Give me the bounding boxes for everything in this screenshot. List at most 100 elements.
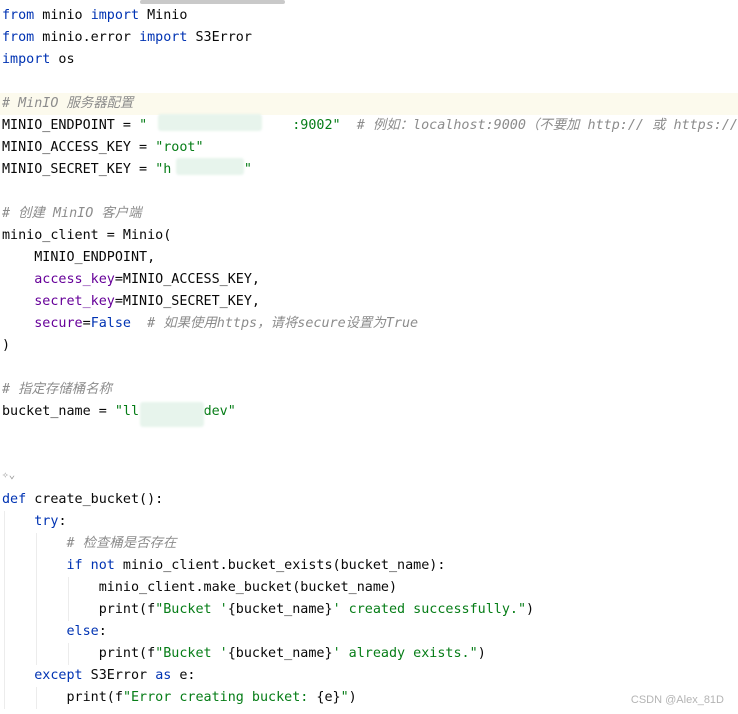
code-line[interactable]: MINIO_ENDPOINT, bbox=[0, 247, 738, 269]
indent-guide bbox=[4, 599, 5, 621]
indent-guide bbox=[68, 599, 69, 621]
code-line[interactable]: minio_client = Minio( bbox=[0, 225, 738, 247]
code-token-kw: from bbox=[2, 8, 35, 23]
code-line[interactable]: try: bbox=[0, 511, 738, 533]
code-editor[interactable]: from minio import Minio from minio.error … bbox=[0, 5, 738, 709]
code-token-str: "Bucket ' bbox=[155, 646, 228, 661]
code-line[interactable]: if not minio_client.bucket_exists(bucket… bbox=[0, 555, 738, 577]
code-token-kw: from bbox=[2, 30, 35, 45]
redacted-secret-key bbox=[176, 158, 244, 175]
code-token-plain: print(f bbox=[2, 602, 156, 617]
code-token-plain: minio_client.bucket_exists(bucket_name): bbox=[114, 558, 446, 573]
code-token-kwarg: secure bbox=[34, 316, 83, 331]
code-token-plain: minio bbox=[34, 8, 91, 23]
code-token-plain: ) bbox=[477, 646, 486, 661]
code-token-plain: MINIO_ENDPOINT = bbox=[2, 118, 140, 133]
code-line[interactable]: minio_client.make_bucket(bucket_name) bbox=[0, 577, 738, 599]
code-token-cm: # 例如：localhost:9000（不要加 http:// 或 https:… bbox=[356, 118, 738, 133]
indent-guide bbox=[68, 577, 69, 599]
code-token-plain: ) bbox=[2, 338, 11, 353]
code-line[interactable] bbox=[0, 181, 738, 203]
code-line[interactable] bbox=[0, 357, 738, 379]
indent-guide bbox=[36, 621, 37, 643]
code-token-kw: import bbox=[90, 8, 140, 23]
code-token-plain: MINIO_ENDPOINT, bbox=[2, 250, 156, 265]
code-token-kwarg: access_key bbox=[34, 272, 115, 287]
code-token-plain: {e} bbox=[316, 690, 341, 705]
code-token-plain: print(f bbox=[2, 646, 156, 661]
redacted-endpoint-host bbox=[158, 114, 262, 131]
code-line[interactable] bbox=[0, 445, 738, 467]
code-line[interactable]: ) bbox=[0, 335, 738, 357]
code-line[interactable] bbox=[0, 423, 738, 445]
code-token-kw: import bbox=[139, 30, 188, 45]
code-token-kw: except bbox=[34, 668, 83, 683]
indent-guide bbox=[36, 533, 37, 555]
code-token-cm: # MinIO 服务器配置 bbox=[2, 96, 134, 111]
indent-guide bbox=[4, 555, 5, 577]
code-line[interactable]: print(f"Bucket '{bucket_name}' created s… bbox=[0, 599, 738, 621]
ai-assist-icon[interactable]: ✧⌄ bbox=[2, 468, 15, 481]
code-token-str: "Error creating bucket: bbox=[122, 690, 317, 705]
indent-guide bbox=[4, 643, 5, 665]
code-token-str: "ll bbox=[114, 404, 140, 419]
code-token-str: "h bbox=[155, 162, 172, 177]
code-token-str: " bbox=[243, 162, 252, 177]
code-token-str: " bbox=[340, 690, 349, 705]
code-token-plain: bucket_name = bbox=[2, 404, 115, 419]
redacted-bucket-name bbox=[140, 402, 204, 427]
code-token-plain: print(f bbox=[2, 690, 123, 705]
code-line[interactable]: from minio import Minio bbox=[0, 5, 738, 27]
indent-guide bbox=[36, 643, 37, 665]
code-line[interactable]: print(f"Error creating bucket: {e}") bbox=[0, 687, 738, 709]
watermark: CSDN @Alex_81D bbox=[630, 694, 724, 706]
code-token-plain: : bbox=[58, 514, 67, 529]
code-line[interactable]: # 指定存储桶名称 bbox=[0, 379, 738, 401]
code-token-kwarg: secret_key bbox=[34, 294, 115, 309]
code-line[interactable]: MINIO_SECRET_KEY = "h " bbox=[0, 159, 738, 181]
code-token-kw: False bbox=[90, 316, 131, 331]
code-line[interactable]: from minio.error import S3Error bbox=[0, 27, 738, 49]
code-line[interactable]: import os bbox=[0, 49, 738, 71]
code-token-cm: # 指定存储桶名称 bbox=[2, 382, 112, 397]
code-token-plain: S3Error bbox=[82, 668, 156, 683]
code-line[interactable]: print(f"Bucket '{bucket_name}' already e… bbox=[0, 643, 738, 665]
code-token-plain: {bucket_name} bbox=[227, 646, 333, 661]
code-line[interactable]: MINIO_ACCESS_KEY = "root" bbox=[0, 137, 738, 159]
code-line[interactable]: # MinIO 服务器配置 bbox=[0, 93, 738, 115]
code-line[interactable]: # 创建 MinIO 客户端 bbox=[0, 203, 738, 225]
code-token-kw: try bbox=[34, 514, 59, 529]
indent-guide bbox=[4, 621, 5, 643]
code-line[interactable]: else: bbox=[0, 621, 738, 643]
indent-guide bbox=[4, 577, 5, 599]
code-token-str: ' created successfully." bbox=[332, 602, 527, 617]
indent-guide bbox=[4, 665, 5, 687]
horizontal-scrollbar[interactable] bbox=[140, 0, 285, 4]
code-line[interactable] bbox=[0, 71, 738, 93]
code-line[interactable]: bucket_name = "ll dev" bbox=[0, 401, 738, 423]
code-token-plain: =MINIO_ACCESS_KEY, bbox=[114, 272, 260, 287]
code-line[interactable]: def create_bucket(): bbox=[0, 489, 738, 511]
code-line[interactable]: access_key=MINIO_ACCESS_KEY, bbox=[0, 269, 738, 291]
code-line[interactable]: secure=False # 如果使用https，请将secure设置为True bbox=[0, 313, 738, 335]
indent-guide bbox=[68, 643, 69, 665]
code-line[interactable]: secret_key=MINIO_SECRET_KEY, bbox=[0, 291, 738, 313]
code-token-plain: MINIO_SECRET_KEY = bbox=[2, 162, 156, 177]
code-line[interactable]: # 检查桶是否存在 bbox=[0, 533, 738, 555]
code-token-plain: =MINIO_SECRET_KEY, bbox=[114, 294, 260, 309]
code-line[interactable]: except S3Error as e: bbox=[0, 665, 738, 687]
code-line[interactable]: MINIO_ENDPOINT = " :9002" # 例如：localhost… bbox=[0, 115, 738, 137]
indent-guide bbox=[36, 555, 37, 577]
code-token-plain: minio_client.make_bucket(bucket_name) bbox=[2, 580, 398, 595]
code-line[interactable] bbox=[0, 467, 738, 489]
code-token-str: "Bucket ' bbox=[155, 602, 228, 617]
code-token-plain: S3Error bbox=[187, 30, 252, 45]
code-token-plain: create_bucket(): bbox=[26, 492, 164, 507]
code-token-str: dev" bbox=[203, 404, 236, 419]
code-token-str: :9002" bbox=[292, 118, 341, 133]
